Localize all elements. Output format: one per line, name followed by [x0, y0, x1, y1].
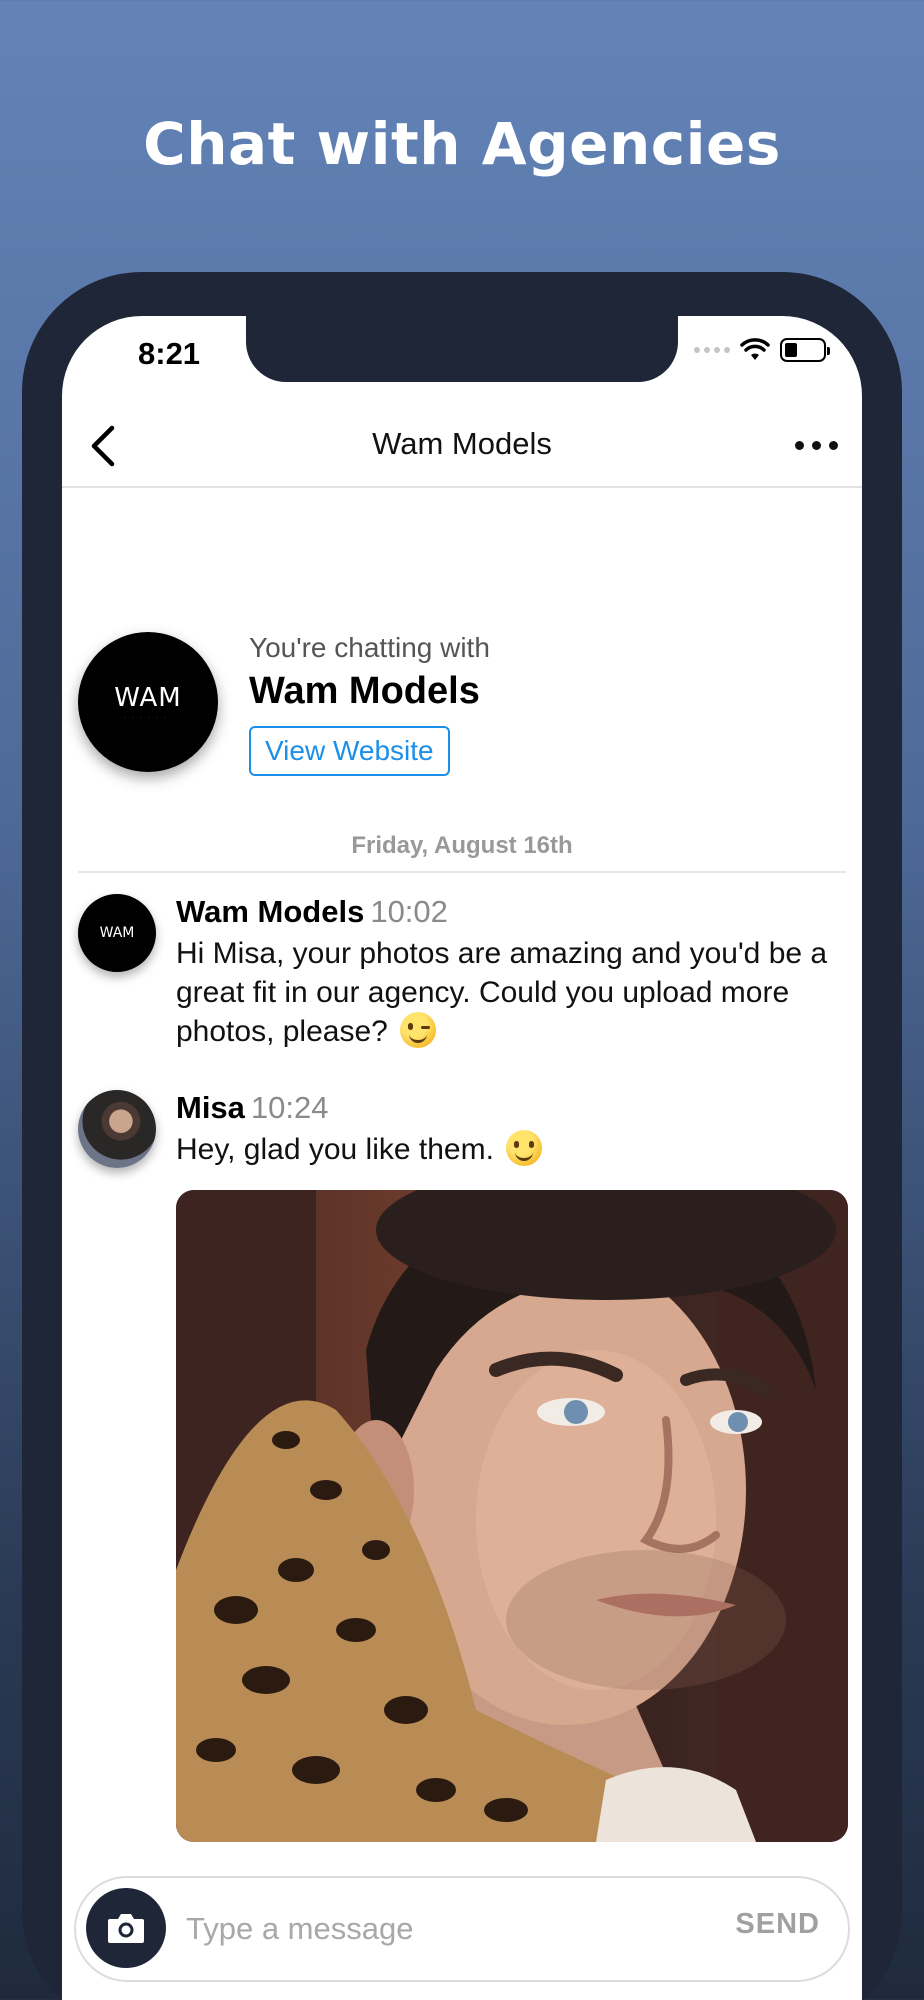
message-sender: Wam Models 10:02 [176, 894, 448, 930]
message-input[interactable] [186, 1904, 626, 1954]
sender-avatar[interactable]: WAM [78, 894, 156, 972]
agency-logo-small: WAM [99, 925, 135, 941]
nav-bar: Wam Models [62, 402, 862, 488]
message-time: 10:24 [250, 1090, 329, 1125]
smiling-face-icon [506, 1130, 543, 1166]
message-body: Hey, glad you like them. [176, 1133, 494, 1166]
message-text: Hey, glad you like them. [176, 1130, 856, 1169]
more-dot-icon [795, 440, 804, 450]
camera-button[interactable] [86, 1888, 166, 1968]
agency-avatar[interactable]: WAM ······ [78, 632, 218, 772]
more-dot-icon [829, 440, 838, 450]
sender-name: Wam Models [176, 894, 365, 929]
wifi-icon [740, 338, 770, 360]
page-headline: Chat with Agencies [143, 110, 781, 178]
message-body: Hi Misa, your photos are amazing and you… [176, 937, 828, 1048]
divider [78, 871, 846, 873]
sender-avatar[interactable] [78, 1090, 156, 1168]
message-composer: SEND [74, 1876, 850, 1982]
date-separator: Friday, August 16th [351, 832, 573, 859]
agency-name: Wam Models [249, 670, 480, 712]
send-button[interactable]: SEND [735, 1908, 820, 1941]
message-text: Hi Misa, your photos are amazing and you… [176, 934, 856, 1051]
message-sender: Misa 10:24 [176, 1090, 329, 1126]
view-website-button[interactable]: View Website [249, 726, 450, 776]
battery-icon [780, 338, 830, 362]
signal-icon [694, 347, 730, 353]
notch [246, 316, 678, 382]
nav-title: Wam Models [372, 426, 552, 461]
more-dot-icon [812, 440, 821, 450]
agency-logo-sub: ······ [124, 715, 172, 721]
photo-attachment[interactable] [176, 1190, 848, 1842]
status-time: 8:21 [138, 336, 201, 371]
sender-name: Misa [176, 1090, 245, 1125]
agency-info: WAM ······ You're chatting with Wam Mode… [62, 632, 862, 782]
portrait-image [176, 1190, 848, 1842]
status-icons [694, 338, 830, 362]
message-item: WAM Wam Models 10:02 Hi Misa, your photos… [62, 894, 862, 1054]
more-options-button[interactable] [795, 428, 838, 462]
winking-face-icon [400, 1012, 437, 1048]
message-item: Misa 10:24 Hey, glad you like them. [62, 1090, 862, 1190]
phone-screen: 8:21 Wam Models WAM ······ You're chatti… [62, 316, 862, 2000]
camera-icon [108, 1914, 144, 1943]
message-time: 10:02 [370, 894, 448, 929]
agency-logo: WAM [114, 683, 182, 713]
chatting-with-label: You're chatting with [249, 632, 490, 663]
